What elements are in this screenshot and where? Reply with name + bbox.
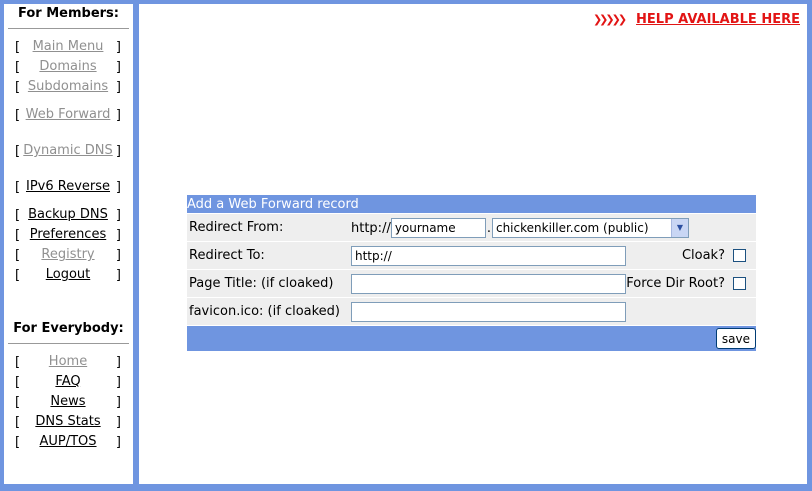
everybody-heading: For Everybody:: [13, 321, 124, 336]
bracket-close: ]: [115, 247, 121, 263]
sidebar-item-dynamic-dns[interactable]: [Dynamic DNS]: [4, 133, 133, 169]
force-dir-root-checkbox[interactable]: [733, 277, 746, 290]
members-divider: [8, 28, 129, 29]
bracket-close: ]: [115, 59, 121, 75]
sidebar-item-home[interactable]: [Home]: [4, 352, 133, 372]
bracket-close: ]: [115, 143, 121, 159]
cloak-checkbox[interactable]: [733, 249, 746, 262]
nav-item-label[interactable]: Registry: [20, 247, 116, 263]
dot-separator: .: [486, 220, 491, 236]
sidebar-item-ipv6-reverse[interactable]: [IPv6 Reverse]: [4, 169, 133, 205]
sidebar-item-subdomains[interactable]: [Subdomains]: [4, 77, 133, 97]
bracket-close: ]: [115, 354, 121, 370]
sidebar-item-aup-tos[interactable]: [AUP/TOS]: [4, 432, 133, 452]
sidebar-item-logout[interactable]: [Logout]: [4, 265, 133, 285]
bracket-close: ]: [115, 374, 121, 390]
bracket-close: ]: [115, 414, 121, 430]
bracket-close: ]: [115, 394, 121, 410]
sidebar-item-news[interactable]: [News]: [4, 392, 133, 412]
chevron-down-icon[interactable]: ▼: [670, 218, 688, 237]
bracket-close: ]: [115, 267, 121, 283]
form-title: Add a Web Forward record: [187, 195, 756, 214]
red-chevrons-icon: ❯❯❯❯❯: [592, 13, 627, 26]
nav-item-label[interactable]: Preferences: [20, 227, 116, 243]
nav-item-label[interactable]: Domains: [20, 59, 116, 75]
sidebar-item-preferences[interactable]: [Preferences]: [4, 225, 133, 245]
bracket-close: ]: [115, 39, 121, 55]
sidebar-item-dns-stats[interactable]: [DNS Stats]: [4, 412, 133, 432]
members-heading: For Members:: [18, 6, 119, 21]
help-link[interactable]: ❯❯❯❯❯ HELP AVAILABLE HERE: [593, 12, 800, 27]
nav-item-label[interactable]: Web Forward: [20, 107, 116, 123]
everybody-divider: [8, 343, 129, 344]
sidebar-item-backup-dns[interactable]: [Backup DNS]: [4, 205, 133, 225]
bracket-close: ]: [115, 107, 121, 123]
members-nav: [Main Menu][Domains][Subdomains][Web For…: [4, 37, 133, 285]
subdomain-input[interactable]: [390, 217, 486, 238]
domain-select[interactable]: chickenkiller.com (public) ▼: [491, 217, 689, 238]
sidebar: For Members: [Main Menu][Domains][Subdom…: [4, 4, 133, 484]
redirect-from-label: Redirect From:: [187, 213, 349, 242]
sidebar-item-domains[interactable]: [Domains]: [4, 57, 133, 77]
favicon-input[interactable]: [351, 301, 626, 322]
redirect-to-label: Redirect To:: [187, 241, 349, 270]
main-content: ❯❯❯❯❯ HELP AVAILABLE HERE Add a Web Forw…: [139, 4, 807, 484]
redirect-to-input[interactable]: [351, 245, 626, 266]
nav-item-label[interactable]: DNS Stats: [20, 414, 116, 430]
nav-item-label[interactable]: Home: [20, 354, 116, 370]
nav-item-label[interactable]: FAQ: [20, 374, 116, 390]
nav-item-label[interactable]: IPv6 Reverse: [20, 179, 116, 195]
cloak-label: Cloak?: [681, 248, 725, 263]
bracket-close: ]: [115, 207, 121, 223]
page-title-input[interactable]: [351, 273, 626, 294]
http-prefix: http://: [351, 220, 391, 236]
bracket-close: ]: [115, 434, 121, 450]
bracket-close: ]: [115, 227, 121, 243]
sidebar-item-faq[interactable]: [FAQ]: [4, 372, 133, 392]
page-title-label: Page Title: (if cloaked): [187, 269, 349, 298]
sidebar-item-main-menu[interactable]: [Main Menu]: [4, 37, 133, 57]
nav-item-label[interactable]: News: [20, 394, 116, 410]
help-link-label[interactable]: HELP AVAILABLE HERE: [636, 12, 800, 27]
domain-select-value: chickenkiller.com (public): [495, 220, 649, 235]
nav-item-label[interactable]: Subdomains: [20, 79, 116, 95]
nav-item-label[interactable]: AUP/TOS: [20, 434, 116, 450]
nav-item-label[interactable]: Backup DNS: [20, 207, 116, 223]
sidebar-item-registry[interactable]: [Registry]: [4, 245, 133, 265]
web-forward-form: Add a Web Forward record Redirect From: …: [187, 195, 756, 351]
force-dir-root-label: Force Dir Root?: [626, 276, 725, 291]
sidebar-item-web-forward[interactable]: [Web Forward]: [4, 97, 133, 133]
bracket-close: ]: [115, 79, 121, 95]
everybody-nav: [Home][FAQ][News][DNS Stats][AUP/TOS]: [4, 352, 133, 452]
nav-item-label[interactable]: Dynamic DNS: [20, 143, 116, 159]
nav-item-label[interactable]: Main Menu: [20, 39, 116, 55]
empty-cell: [626, 297, 756, 326]
nav-item-label[interactable]: Logout: [20, 267, 116, 283]
bracket-close: ]: [115, 179, 121, 195]
save-button[interactable]: save: [715, 328, 756, 349]
favicon-label: favicon.ico: (if cloaked): [187, 297, 349, 326]
